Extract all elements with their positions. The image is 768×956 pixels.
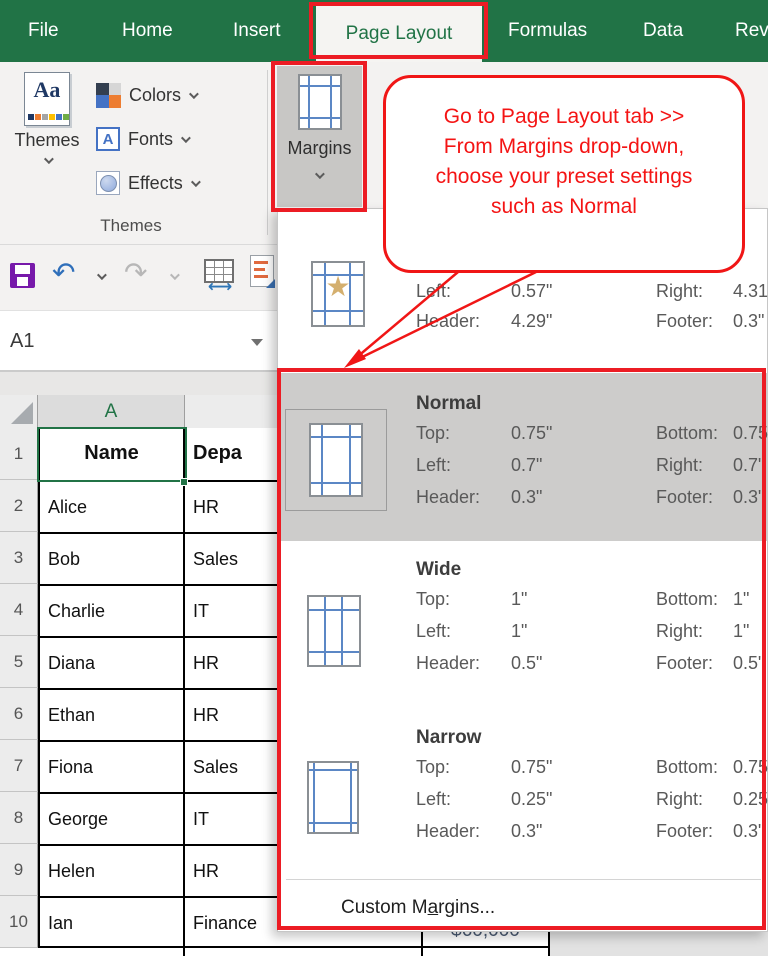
callout-line: From Margins drop-down, xyxy=(386,132,742,162)
themes-icon: Aa xyxy=(24,72,70,126)
tab-file[interactable]: File xyxy=(28,0,59,62)
preset-title: Wide xyxy=(416,559,461,581)
themes-group-label: Themes xyxy=(0,216,262,236)
chevron-down-icon xyxy=(189,89,199,99)
menu-item-wide[interactable]: Wide Top: 1" Bottom: 1" Left: 1" Right: … xyxy=(278,541,768,709)
fill-handle[interactable] xyxy=(180,478,188,486)
redo-chevron-icon[interactable] xyxy=(170,270,180,280)
name-box[interactable]: A1 xyxy=(10,311,34,371)
row11-cell-b-partial[interactable] xyxy=(185,948,423,956)
effects-icon xyxy=(96,171,120,195)
redo-icon[interactable]: ↷ xyxy=(124,259,147,287)
excel-window: File Home Insert Page Layout Formulas Da… xyxy=(0,0,768,956)
menu-item-narrow[interactable]: Narrow Top: 0.75" Bottom: 0.75" Left: 0.… xyxy=(278,709,768,877)
select-all-button[interactable] xyxy=(0,395,38,428)
tab-home[interactable]: Home xyxy=(122,0,173,62)
annotation-callout: Go to Page Layout tab >> From Margins dr… xyxy=(383,75,745,273)
callout-line: choose your preset settings xyxy=(386,162,742,192)
cell-a3[interactable]: Bob xyxy=(38,534,185,586)
formula-bar-row: A1 xyxy=(0,310,277,372)
autofit-column-icon[interactable]: ⟷ xyxy=(204,259,234,283)
cell-a4[interactable]: Charlie xyxy=(38,586,185,638)
callout-line: Go to Page Layout tab >> xyxy=(386,102,742,132)
tab-review[interactable]: Rev xyxy=(735,0,768,62)
row-header-6[interactable]: 6 xyxy=(0,688,38,740)
undo-icon[interactable]: ↶ xyxy=(52,259,75,287)
narrow-margins-icon xyxy=(307,761,359,834)
preset-title: Normal xyxy=(416,393,481,415)
fonts-icon: A xyxy=(96,127,120,151)
chevron-down-icon xyxy=(43,154,53,164)
tab-insert[interactable]: Insert xyxy=(233,0,281,62)
group-separator xyxy=(267,70,268,235)
row-header-7[interactable]: 7 xyxy=(0,740,38,792)
cell-a5[interactable]: Diana xyxy=(38,638,185,690)
select-all-triangle-icon xyxy=(11,402,33,424)
chevron-down-icon xyxy=(191,177,201,187)
margins-page-icon xyxy=(298,74,342,130)
row-header-5[interactable]: 5 xyxy=(0,636,38,688)
row11-cell-c-partial[interactable] xyxy=(423,948,550,956)
cell-a7[interactable]: Fiona xyxy=(38,742,185,794)
star-icon: ★ xyxy=(313,270,363,303)
colors-icon xyxy=(96,83,121,108)
menu-item-custom-margins[interactable]: Custom Margins... xyxy=(278,885,768,931)
row-header-3[interactable]: 3 xyxy=(0,532,38,584)
last-custom-margins-icon: ★ xyxy=(311,261,365,327)
menu-separator xyxy=(286,879,761,880)
tab-data[interactable]: Data xyxy=(643,0,683,62)
preset-title: Narrow xyxy=(416,727,481,749)
row-header-1[interactable]: 1 xyxy=(0,428,38,480)
margins-dropdown-menu: ★ Left: 0.57" Right: 4.31" Header: 4.29"… xyxy=(277,208,768,932)
tab-formulas[interactable]: Formulas xyxy=(508,0,587,62)
chevron-down-icon xyxy=(181,133,191,143)
row-header-8[interactable]: 8 xyxy=(0,792,38,844)
quick-access-toolbar: ↶ ↷ ⟷ xyxy=(0,245,277,310)
document-macro-icon[interactable] xyxy=(250,255,274,287)
cell-a2[interactable]: Alice xyxy=(38,482,185,534)
theme-color-swatches xyxy=(28,114,69,120)
active-cell-selection-border xyxy=(37,427,187,482)
undo-chevron-icon[interactable] xyxy=(97,270,107,280)
row-header-10[interactable]: 10 xyxy=(0,896,38,948)
effects-button[interactable]: Effects xyxy=(96,170,198,196)
chevron-down-icon xyxy=(315,169,325,179)
column-header-a[interactable]: A xyxy=(38,395,185,428)
tab-page-layout[interactable]: Page Layout xyxy=(316,5,482,62)
row-header-2[interactable]: 2 xyxy=(0,480,38,532)
name-box-dropdown-icon[interactable] xyxy=(251,339,263,346)
row-header-4[interactable]: 4 xyxy=(0,584,38,636)
cell-a8[interactable]: George xyxy=(38,794,185,846)
callout-line: such as Normal xyxy=(386,192,742,222)
row-header-9[interactable]: 9 xyxy=(0,844,38,896)
themes-button[interactable]: Aa Themes xyxy=(12,72,82,202)
sheet-background-strip xyxy=(550,932,768,956)
margins-button[interactable]: Margins xyxy=(277,66,362,207)
row11-cell-a-partial[interactable] xyxy=(38,948,185,956)
colors-button[interactable]: Colors xyxy=(96,82,196,108)
wide-margins-icon xyxy=(307,595,361,667)
save-icon[interactable] xyxy=(10,263,35,288)
menu-item-normal[interactable]: Normal Top: 0.75" Bottom: 0.75" Left: 0.… xyxy=(278,373,768,541)
normal-margins-icon xyxy=(309,423,363,497)
margins-label: Margins xyxy=(277,138,362,159)
cell-a10[interactable]: Ian xyxy=(38,898,185,948)
themes-label: Themes xyxy=(12,130,82,151)
ribbon-tab-bar: File Home Insert Page Layout Formulas Da… xyxy=(0,0,768,62)
fonts-button[interactable]: A Fonts xyxy=(96,126,188,152)
cell-a6[interactable]: Ethan xyxy=(38,690,185,742)
cell-a9[interactable]: Helen xyxy=(38,846,185,898)
